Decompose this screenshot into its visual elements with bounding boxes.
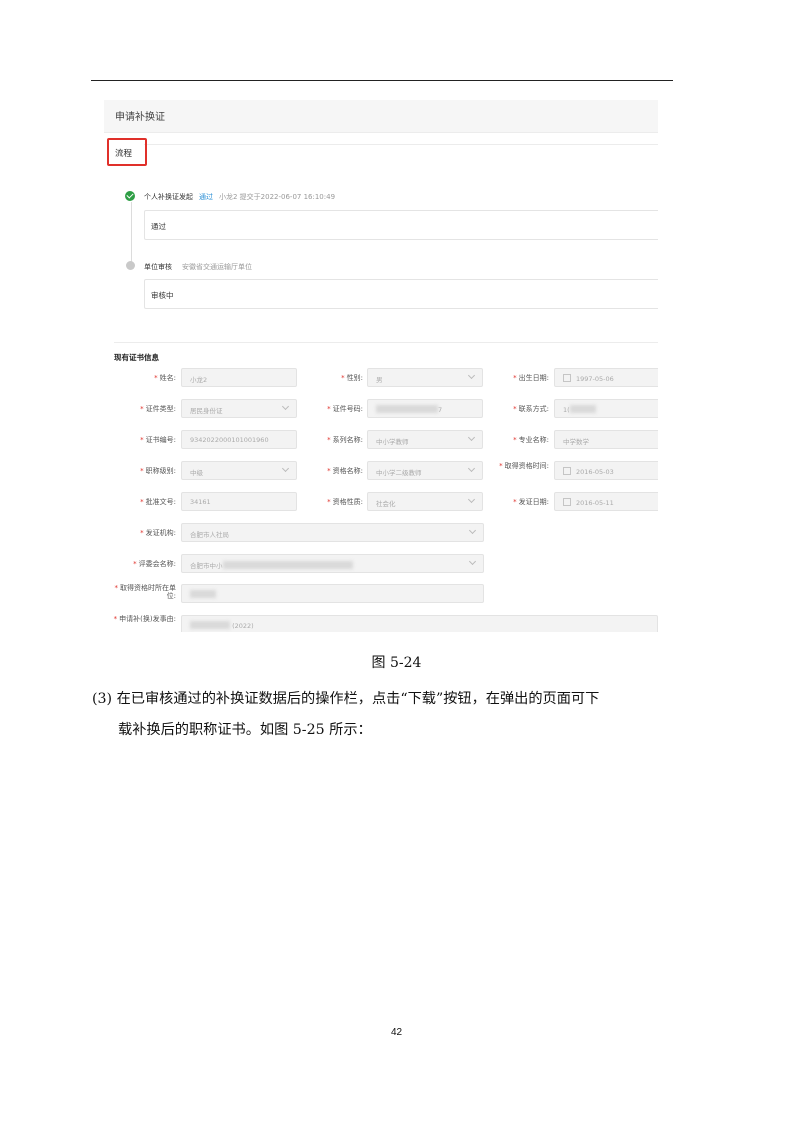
card-text: 通过	[151, 222, 166, 231]
calendar-icon	[563, 467, 571, 475]
timeline-card-1: 通过	[144, 210, 658, 240]
apply-reason-field[interactable]: (2022)	[181, 615, 658, 632]
status-badge: 通过	[199, 193, 213, 201]
paragraph-line-2: 载补换后的职称证书。如图 5-25 所示：	[118, 722, 372, 738]
calendar-icon	[563, 498, 571, 506]
label-apply-reason: * 申请补(换)发事由:	[113, 615, 176, 623]
label-qual-unit: * 取得资格时所在单位:	[114, 584, 177, 600]
paragraph-line-1: (3) 在已审核通过的补换证数据后的操作栏，点击“下载”按钮，在弹出的页面可下	[92, 691, 600, 707]
chevron-down-icon	[281, 402, 290, 411]
label-cert-type: * 证件类型:	[140, 405, 176, 413]
timeline-step-2: 单位审核 安徽省交通运输厅单位	[144, 262, 252, 272]
pending-dot-icon	[126, 261, 135, 270]
page-title: 申请补换证	[115, 112, 165, 123]
page-number: 42	[390, 1027, 403, 1038]
chevron-down-icon	[468, 526, 477, 535]
label-committee: * 评委会名称:	[133, 560, 176, 568]
qual-nature-select[interactable]: 社会化	[367, 492, 483, 511]
chevron-down-icon	[281, 464, 290, 473]
flow-tab[interactable]: 流程	[115, 147, 132, 159]
approval-field[interactable]: 34161	[181, 492, 297, 511]
qual-unit-field[interactable]	[181, 584, 484, 603]
label-gender: * 性别:	[341, 374, 363, 382]
name-field[interactable]: 小龙2	[181, 368, 297, 387]
cert-type-select[interactable]: 居民身份证	[181, 399, 297, 418]
divider	[144, 144, 658, 145]
page-header: 申请补换证	[104, 100, 658, 133]
header-rule	[91, 80, 673, 81]
step-name: 单位审核	[144, 263, 172, 271]
embedded-screenshot: 申请补换证 流程 个人补换证发起 通过 小龙2 提交于2022-06-07 16:1…	[104, 100, 658, 632]
chevron-down-icon	[467, 495, 476, 504]
label-approval: * 批准文号:	[140, 498, 176, 506]
redacted-block	[569, 405, 596, 413]
issuer-select[interactable]: 合肥市人社局	[181, 523, 484, 542]
redacted-block	[190, 590, 216, 598]
label-major: * 专业名称:	[513, 436, 549, 444]
major-field[interactable]: 中学数学	[554, 430, 658, 449]
redacted-block	[222, 561, 353, 569]
contact-field[interactable]: 1(	[554, 399, 658, 418]
chevron-down-icon	[468, 557, 477, 566]
label-name: * 姓名:	[154, 374, 176, 382]
committee-select[interactable]: 合肥市中小	[181, 554, 484, 573]
label-qual-nature: * 资格性质:	[327, 498, 363, 506]
qual-select[interactable]: 中小学二级教师	[367, 461, 483, 480]
label-birth: * 出生日期:	[513, 374, 549, 382]
issue-date-field[interactable]: 2016-05-11	[554, 492, 658, 511]
figure-caption: 图 5-24	[371, 655, 422, 671]
cert-code-field[interactable]: 9342022000101001960	[181, 430, 297, 449]
label-series: * 系列名称:	[327, 436, 363, 444]
check-icon	[125, 191, 135, 201]
chevron-down-icon	[467, 433, 476, 442]
label-contact: * 联系方式:	[513, 405, 549, 413]
calendar-icon	[563, 374, 571, 382]
flow-highlight-box: 流程	[107, 138, 147, 166]
card-text: 审核中	[151, 291, 174, 300]
label-qual: * 资格名称:	[327, 467, 363, 475]
chevron-down-icon	[467, 371, 476, 380]
birth-date-field[interactable]: 1997-05-06	[554, 368, 658, 387]
series-select[interactable]: 中小学教师	[367, 430, 483, 449]
section-title: 现有证书信息	[114, 353, 159, 362]
label-qual-time: * 取得资格时间:	[499, 462, 549, 470]
timeline-line	[131, 202, 132, 262]
divider	[114, 342, 658, 343]
step-meta: 小龙2 提交于2022-06-07 16:10:49	[219, 193, 336, 201]
redacted-block	[190, 621, 230, 629]
label-level: * 职称级别:	[140, 467, 176, 475]
gender-select[interactable]: 男	[367, 368, 483, 387]
qual-time-field[interactable]: 2016-05-03	[554, 461, 658, 480]
timeline-step-1: 个人补换证发起 通过 小龙2 提交于2022-06-07 16:10:49	[144, 192, 335, 202]
label-cert-code: * 证书编号:	[140, 436, 176, 444]
step-name: 个人补换证发起	[144, 193, 193, 201]
level-select[interactable]: 中级	[181, 461, 297, 480]
timeline-card-2: 审核中	[144, 279, 658, 309]
chevron-down-icon	[467, 464, 476, 473]
redacted-block	[376, 405, 438, 413]
label-issue-date: * 发证日期:	[513, 498, 549, 506]
step-org: 安徽省交通运输厅单位	[182, 263, 252, 271]
label-cert-no: * 证件号码:	[327, 405, 363, 413]
label-issuer: * 发证机构:	[140, 529, 176, 537]
cert-no-field[interactable]: 7	[367, 399, 483, 418]
